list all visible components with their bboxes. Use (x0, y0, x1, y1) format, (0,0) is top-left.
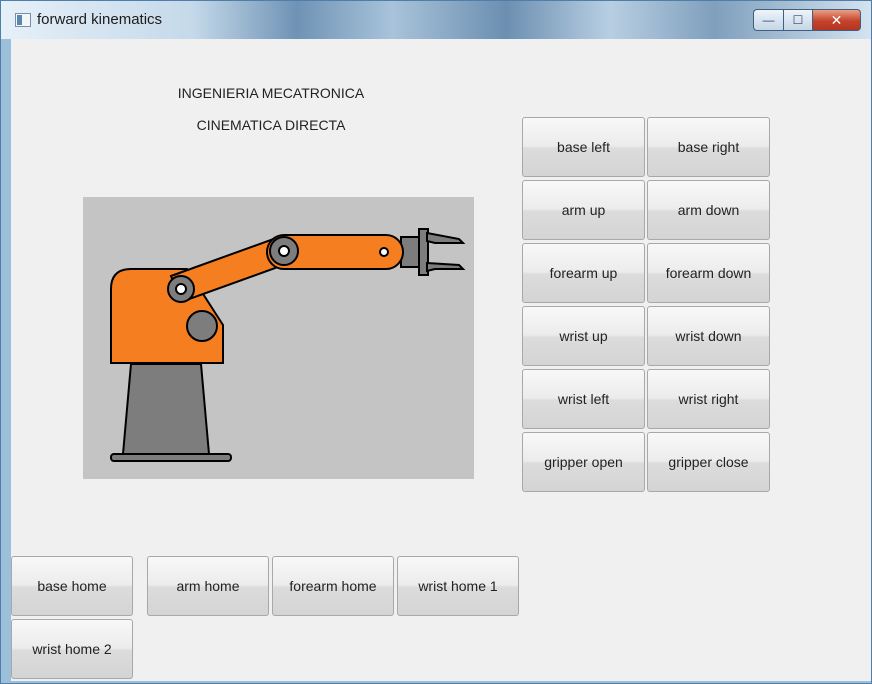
elbow-joint-pin (278, 245, 290, 257)
base-joint (186, 310, 218, 342)
arm-up-button[interactable]: arm up (522, 180, 645, 240)
minimize-button[interactable]: — (753, 9, 783, 31)
wrist-home-1-button[interactable]: wrist home 1 (397, 556, 519, 616)
base-right-button[interactable]: base right (647, 117, 770, 177)
shoulder-joint-pin (175, 283, 187, 295)
robot-base-plate (110, 453, 232, 462)
wrist-right-button[interactable]: wrist right (647, 369, 770, 429)
base-left-button[interactable]: base left (522, 117, 645, 177)
application-window: forward kinematics — ☐ ✕ INGENIERIA MECA… (0, 0, 872, 684)
arm-down-button[interactable]: arm down (647, 180, 770, 240)
robot-canvas (83, 197, 474, 479)
wrist-joint-pin (379, 247, 389, 257)
forearm-home-button[interactable]: forearm home (272, 556, 394, 616)
gripper-finger-bottom (426, 261, 466, 273)
close-button[interactable]: ✕ (813, 9, 861, 31)
wrist-up-button[interactable]: wrist up (522, 306, 645, 366)
window-controls: — ☐ ✕ (753, 9, 861, 31)
forearm-down-button[interactable]: forearm down (647, 243, 770, 303)
wrist-down-button[interactable]: wrist down (647, 306, 770, 366)
title-bar[interactable]: forward kinematics — ☐ ✕ (1, 1, 871, 39)
arm-home-button[interactable]: arm home (147, 556, 269, 616)
forearm-up-button[interactable]: forearm up (522, 243, 645, 303)
app-icon (15, 13, 31, 27)
gripper-open-button[interactable]: gripper open (522, 432, 645, 492)
client-area: INGENIERIA MECATRONICA CINEMATICA DIRECT… (11, 39, 871, 681)
robot-base (121, 363, 211, 455)
maximize-button[interactable]: ☐ (783, 9, 813, 31)
robot-arm-illustration (110, 228, 466, 462)
gripper-close-button[interactable]: gripper close (647, 432, 770, 492)
gripper-finger-top (426, 231, 466, 244)
heading-subtitle: CINEMATICA DIRECTA (196, 117, 346, 133)
window-title: forward kinematics (37, 11, 163, 28)
wrist-home-2-button[interactable]: wrist home 2 (11, 619, 133, 679)
base-home-button[interactable]: base home (11, 556, 133, 616)
wrist-left-button[interactable]: wrist left (522, 369, 645, 429)
heading-program: INGENIERIA MECATRONICA (177, 85, 365, 101)
